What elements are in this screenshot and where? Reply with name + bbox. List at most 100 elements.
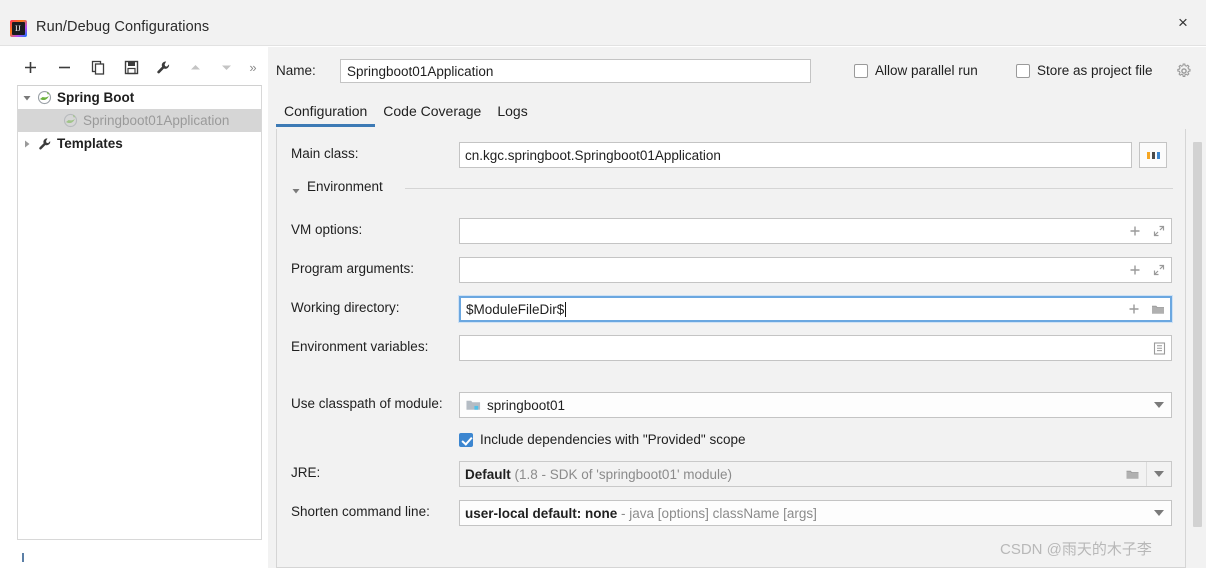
tab-active-underline xyxy=(489,124,535,127)
vm-options-row: VM options: xyxy=(277,218,1185,244)
name-label: Name: xyxy=(276,63,316,78)
program-arguments-field-actions xyxy=(1127,258,1167,282)
triangle-right-icon[interactable] xyxy=(18,132,36,155)
spring-boot-icon xyxy=(36,89,53,106)
working-directory-value: $ModuleFileDir$ xyxy=(466,301,565,317)
main-class-row: Main class: cn.kgc.springboot.Springboot… xyxy=(277,142,1185,168)
use-classpath-of-module-label: Use classpath of module: xyxy=(291,396,443,411)
configuration-form: Main class: cn.kgc.springboot.Springboot… xyxy=(276,129,1186,568)
add-button[interactable] xyxy=(17,54,43,80)
use-classpath-of-module-value: springboot01 xyxy=(487,397,566,413)
window-title: Run/Debug Configurations xyxy=(36,19,210,35)
editor-tabs: Configuration Code Coverage Logs xyxy=(276,101,536,129)
vertical-scrollbar-thumb[interactable] xyxy=(1193,142,1202,527)
tree-node-templates[interactable]: Templates xyxy=(18,132,261,155)
vm-options-field-actions xyxy=(1127,219,1167,243)
triangle-down-icon[interactable] xyxy=(291,183,301,201)
folder-icon[interactable] xyxy=(1150,301,1166,317)
toolbar-overflow-button[interactable]: » xyxy=(240,54,266,80)
use-classpath-of-module-combobox[interactable]: springboot01 xyxy=(459,392,1172,418)
move-down-button[interactable] xyxy=(213,54,239,80)
tab-code-coverage[interactable]: Code Coverage xyxy=(375,101,489,127)
main-class-browse-button[interactable] xyxy=(1139,142,1167,168)
tab-label: Configuration xyxy=(284,103,368,119)
name-input[interactable] xyxy=(340,59,811,83)
environment-variables-label: Environment variables: xyxy=(291,339,429,354)
tree-node-springboot01application[interactable]: Springboot01Application xyxy=(18,109,261,132)
tab-configuration[interactable]: Configuration xyxy=(276,101,376,127)
tab-logs[interactable]: Logs xyxy=(489,101,535,127)
module-icon xyxy=(465,397,481,413)
move-up-button[interactable] xyxy=(182,54,208,80)
tree-node-label: Templates xyxy=(57,136,123,151)
working-directory-field-actions xyxy=(1126,298,1166,320)
program-arguments-label: Program arguments: xyxy=(291,261,415,276)
chevron-down-icon[interactable] xyxy=(1147,501,1171,525)
mouse-caret-mark xyxy=(22,553,24,562)
jre-value-dim: (1.8 - SDK of 'springboot01' module) xyxy=(514,466,733,482)
chevron-down-icon[interactable] xyxy=(1147,462,1171,486)
environment-section-label: Environment xyxy=(307,179,391,194)
plus-icon[interactable] xyxy=(1127,262,1143,278)
expand-icon[interactable] xyxy=(1151,223,1167,239)
shorten-command-line-value-dim: - java [options] className [args] xyxy=(621,505,817,521)
spring-boot-icon xyxy=(62,112,79,129)
tree-node-label: Spring Boot xyxy=(57,90,135,105)
list-browse-icon[interactable] xyxy=(1151,340,1167,356)
environment-variables-field-actions xyxy=(1151,336,1167,360)
plus-icon[interactable] xyxy=(1126,301,1142,317)
working-directory-label: Working directory: xyxy=(291,300,400,315)
configurations-toolbar: » xyxy=(0,47,262,87)
vm-options-label: VM options: xyxy=(291,222,363,237)
program-arguments-input[interactable] xyxy=(459,257,1172,283)
shorten-command-line-row: Shorten command line: user-local default… xyxy=(277,500,1185,526)
store-as-project-file-checkbox[interactable]: Store as project file xyxy=(1016,63,1153,78)
vm-options-input[interactable] xyxy=(459,218,1172,244)
environment-section-header[interactable]: Environment xyxy=(277,177,1185,197)
intellij-idea-icon: IJ xyxy=(10,20,27,37)
jre-value-strong: Default xyxy=(465,466,511,482)
checkbox-box xyxy=(854,63,868,78)
triangle-down-icon[interactable] xyxy=(18,86,36,109)
include-provided-scope-checkbox[interactable]: Include dependencies with "Provided" sco… xyxy=(459,432,746,447)
folder-icon[interactable] xyxy=(1119,462,1147,486)
tab-label: Logs xyxy=(497,103,528,119)
wrench-icon[interactable] xyxy=(150,54,176,80)
shorten-command-line-label: Shorten command line: xyxy=(291,504,430,519)
shorten-command-line-value-strong: user-local default: none xyxy=(465,505,618,521)
shorten-command-line-combobox[interactable]: user-local default: none - java [options… xyxy=(459,500,1172,526)
working-directory-input[interactable]: $ModuleFileDir$ xyxy=(459,296,1172,322)
store-as-project-file-label: Store as project file xyxy=(1037,63,1153,78)
idea-logo-glyph: IJ xyxy=(15,24,21,33)
allow-parallel-run-label: Allow parallel run xyxy=(875,63,978,78)
checkbox-box xyxy=(459,432,473,447)
jre-row: JRE: Default (1.8 - SDK of 'springboot01… xyxy=(277,461,1185,487)
include-provided-scope-label: Include dependencies with "Provided" sco… xyxy=(480,432,746,447)
program-arguments-row: Program arguments: xyxy=(277,257,1185,283)
remove-button[interactable] xyxy=(51,54,77,80)
environment-variables-input[interactable] xyxy=(459,335,1172,361)
tree-node-label: Springboot01Application xyxy=(83,113,230,128)
checkbox-box xyxy=(1016,63,1030,78)
main-class-input[interactable]: cn.kgc.springboot.Springboot01Applicatio… xyxy=(459,142,1132,168)
tab-active-underline xyxy=(375,124,489,127)
expand-icon[interactable] xyxy=(1151,262,1167,278)
watermark: CSDN @雨天的木子李 xyxy=(1000,541,1152,558)
configurations-tree: Spring Boot Springboot01Application Temp… xyxy=(17,85,262,540)
close-icon[interactable]: × xyxy=(1160,0,1206,44)
allow-parallel-run-checkbox[interactable]: Allow parallel run xyxy=(854,63,978,78)
configuration-editor-pane: Name: Allow parallel run Store as projec… xyxy=(268,47,1206,568)
jre-combobox[interactable]: Default (1.8 - SDK of 'springboot01' mod… xyxy=(459,461,1172,487)
save-button[interactable] xyxy=(118,54,144,80)
gear-icon[interactable] xyxy=(1176,63,1192,79)
working-directory-row: Working directory: $ModuleFileDir$ xyxy=(277,296,1185,322)
tab-label: Code Coverage xyxy=(383,103,482,119)
chevron-down-icon[interactable] xyxy=(1147,393,1171,417)
main-class-label: Main class: xyxy=(291,146,359,161)
plus-icon[interactable] xyxy=(1127,223,1143,239)
tree-node-spring-boot[interactable]: Spring Boot xyxy=(18,86,261,109)
wrench-icon xyxy=(36,135,53,152)
text-cursor xyxy=(565,301,567,317)
copy-button[interactable] xyxy=(85,54,111,80)
